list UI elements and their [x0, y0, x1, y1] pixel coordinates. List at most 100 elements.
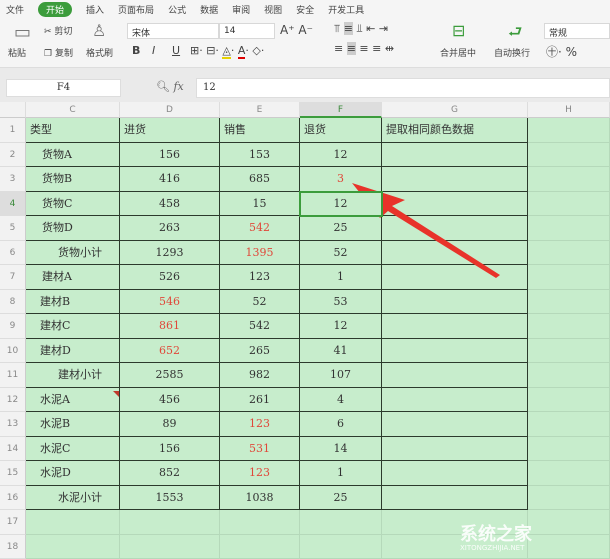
- cell[interactable]: [528, 118, 610, 143]
- cell[interactable]: [120, 535, 220, 559]
- cell[interactable]: [528, 216, 610, 241]
- cell[interactable]: [382, 241, 528, 266]
- currency-icon[interactable]: ㊉· %: [546, 43, 577, 60]
- column-header-D[interactable]: D: [120, 102, 220, 118]
- name-box[interactable]: F4: [6, 79, 121, 97]
- border-icon[interactable]: ⊞· ⊟· ◬· A· ◇·: [190, 44, 264, 57]
- cell[interactable]: [220, 510, 300, 535]
- cell[interactable]: 货物B: [26, 167, 120, 192]
- merge-button[interactable]: 合并居中: [440, 46, 476, 59]
- cell[interactable]: 建材C: [26, 314, 120, 339]
- cell[interactable]: 123: [220, 412, 300, 437]
- cell[interactable]: [382, 461, 528, 486]
- merge-icon[interactable]: ⊟: [452, 21, 465, 40]
- cell[interactable]: [382, 363, 528, 388]
- menu-item-8[interactable]: 安全: [296, 3, 314, 16]
- cell[interactable]: [382, 167, 528, 192]
- row-header[interactable]: 7: [0, 265, 26, 290]
- cell[interactable]: [382, 143, 528, 168]
- row-header[interactable]: 17: [0, 510, 26, 535]
- cell[interactable]: 建材B: [26, 290, 120, 315]
- cell[interactable]: 退货: [300, 118, 382, 143]
- cell[interactable]: 652: [120, 339, 220, 364]
- cell[interactable]: 52: [220, 290, 300, 315]
- cell[interactable]: [382, 437, 528, 462]
- formula-input[interactable]: 12: [196, 78, 610, 98]
- cell[interactable]: 526: [120, 265, 220, 290]
- cell[interactable]: 2585: [120, 363, 220, 388]
- cell[interactable]: 542: [220, 314, 300, 339]
- cell[interactable]: [528, 290, 610, 315]
- cut-button[interactable]: ✂ 剪切: [44, 24, 72, 37]
- cell[interactable]: 261: [220, 388, 300, 413]
- cell[interactable]: 123: [220, 461, 300, 486]
- font-select[interactable]: 宋体: [127, 23, 219, 39]
- cell[interactable]: 546: [120, 290, 220, 315]
- cell[interactable]: 156: [120, 143, 220, 168]
- cell[interactable]: [528, 167, 610, 192]
- cell[interactable]: 456: [120, 388, 220, 413]
- cell[interactable]: 销售: [220, 118, 300, 143]
- menu-item-0[interactable]: 文件: [6, 3, 24, 16]
- cell[interactable]: 6: [300, 412, 382, 437]
- column-header-G[interactable]: G: [382, 102, 528, 118]
- cell[interactable]: 107: [300, 363, 382, 388]
- cell[interactable]: [528, 388, 610, 413]
- cell[interactable]: 25: [300, 216, 382, 241]
- cell[interactable]: 水泥A: [26, 388, 120, 413]
- cell[interactable]: [382, 412, 528, 437]
- cell[interactable]: 685: [220, 167, 300, 192]
- cell[interactable]: 水泥小计: [26, 486, 120, 511]
- cell[interactable]: 458: [120, 192, 220, 217]
- row-header[interactable]: 8: [0, 290, 26, 315]
- menu-item-3[interactable]: 页面布局: [118, 3, 154, 16]
- cell[interactable]: 1553: [120, 486, 220, 511]
- cell[interactable]: 41: [300, 339, 382, 364]
- cell[interactable]: 156: [120, 437, 220, 462]
- row-header[interactable]: 13: [0, 412, 26, 437]
- row-header[interactable]: 6: [0, 241, 26, 266]
- row-header[interactable]: 3: [0, 167, 26, 192]
- cell[interactable]: 3: [300, 167, 382, 192]
- row-header[interactable]: 14: [0, 437, 26, 462]
- underline-button[interactable]: U: [172, 44, 180, 57]
- cell[interactable]: 265: [220, 339, 300, 364]
- cell[interactable]: 53: [300, 290, 382, 315]
- cell[interactable]: [382, 265, 528, 290]
- menu-item-1[interactable]: 开始: [38, 2, 72, 17]
- cell[interactable]: [382, 486, 528, 511]
- cell[interactable]: [382, 192, 528, 217]
- cell[interactable]: [300, 510, 382, 535]
- menu-item-4[interactable]: 公式: [168, 3, 186, 16]
- cell[interactable]: [528, 535, 610, 559]
- cell[interactable]: 水泥D: [26, 461, 120, 486]
- row-header[interactable]: 10: [0, 339, 26, 364]
- cell[interactable]: [382, 339, 528, 364]
- menu-item-7[interactable]: 视图: [264, 3, 282, 16]
- row-header[interactable]: 12: [0, 388, 26, 413]
- cell[interactable]: [382, 216, 528, 241]
- cell[interactable]: 类型: [26, 118, 120, 143]
- cell[interactable]: 263: [120, 216, 220, 241]
- menu-item-6[interactable]: 审阅: [232, 3, 250, 16]
- cell[interactable]: [528, 339, 610, 364]
- row-header[interactable]: 9: [0, 314, 26, 339]
- cell[interactable]: 14: [300, 437, 382, 462]
- column-header-C[interactable]: C: [26, 102, 120, 118]
- cell[interactable]: [528, 363, 610, 388]
- cell[interactable]: [528, 437, 610, 462]
- cell[interactable]: 1293: [120, 241, 220, 266]
- menu-item-5[interactable]: 数据: [200, 3, 218, 16]
- cell[interactable]: 153: [220, 143, 300, 168]
- cell[interactable]: 15: [220, 192, 300, 217]
- cell[interactable]: [382, 388, 528, 413]
- cell[interactable]: 1: [300, 461, 382, 486]
- bold-button[interactable]: B: [132, 44, 140, 57]
- column-header-F[interactable]: F: [300, 102, 382, 118]
- cell[interactable]: 进货: [120, 118, 220, 143]
- cell[interactable]: 水泥C: [26, 437, 120, 462]
- align-top-icons[interactable]: ⫪ ≡ ⫫ ⇤ ⇥: [334, 22, 388, 36]
- cell[interactable]: 货物A: [26, 143, 120, 168]
- row-header[interactable]: 4: [0, 192, 26, 217]
- cell[interactable]: [382, 314, 528, 339]
